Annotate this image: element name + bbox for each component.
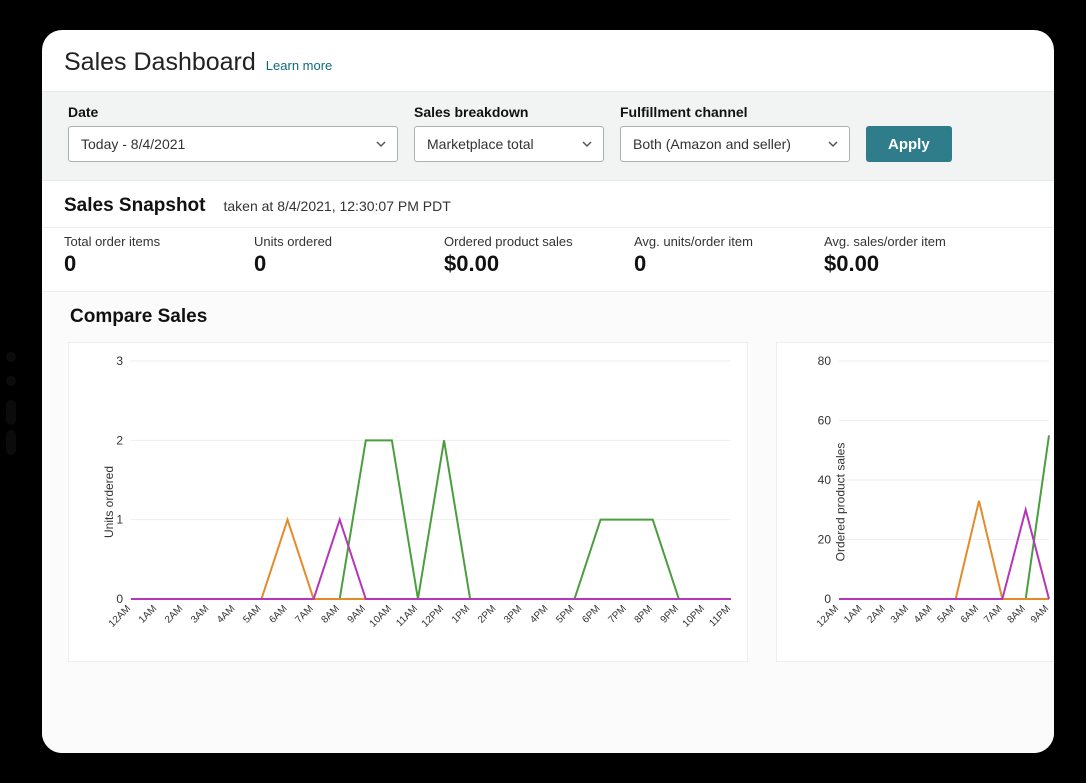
svg-text:6AM: 6AM [959, 603, 981, 625]
snapshot-title: Sales Snapshot [64, 195, 206, 217]
tablet-sensor [6, 376, 16, 386]
chevron-down-icon [375, 138, 387, 150]
svg-text:6AM: 6AM [267, 603, 289, 625]
breakdown-select-value: Marketplace total [427, 136, 534, 152]
metric-value: 0 [64, 251, 214, 277]
svg-text:12AM: 12AM [815, 603, 841, 629]
svg-text:2: 2 [116, 433, 123, 447]
tablet-frame: Sales Dashboard Learn more Date Today - … [0, 0, 1086, 783]
chevron-down-icon [827, 138, 839, 150]
metrics-row: Total order items 0 Units ordered 0 Orde… [42, 228, 1054, 292]
svg-text:4PM: 4PM [528, 603, 550, 625]
snapshot-taken-at: taken at 8/4/2021, 12:30:07 PM PDT [224, 198, 451, 214]
metric-value: 0 [634, 251, 784, 277]
svg-text:7AM: 7AM [982, 603, 1004, 625]
svg-text:3AM: 3AM [189, 603, 211, 625]
svg-text:8PM: 8PM [633, 603, 655, 625]
svg-text:5AM: 5AM [935, 603, 957, 625]
svg-text:2AM: 2AM [163, 603, 185, 625]
chart-svg: 0 20 40 60 80 12AM1AM2AM3AM4AM5AM6AM7AM8AM9AM [787, 353, 1054, 643]
svg-text:0: 0 [116, 592, 123, 606]
svg-text:60: 60 [818, 414, 832, 428]
filter-group-channel: Fulfillment channel Both (Amazon and sel… [620, 104, 850, 162]
date-select[interactable]: Today - 8/4/2021 [68, 126, 398, 162]
metric-value: 0 [254, 251, 404, 277]
date-select-value: Today - 8/4/2021 [81, 136, 185, 152]
compare-section: Compare Sales Units ordered 012312AM1AM2… [42, 292, 1054, 753]
page-header: Sales Dashboard Learn more [42, 48, 1054, 91]
svg-text:6PM: 6PM [580, 603, 602, 625]
filter-label-date: Date [68, 104, 398, 120]
chart-svg: 012312AM1AM2AM3AM4AM5AM6AM7AM8AM9AM10AM1… [79, 353, 739, 643]
metric-avg-sales: Avg. sales/order item $0.00 [824, 234, 974, 277]
channel-select-value: Both (Amazon and seller) [633, 136, 791, 152]
svg-text:12AM: 12AM [107, 603, 133, 629]
svg-text:4AM: 4AM [215, 603, 237, 625]
svg-text:3PM: 3PM [502, 603, 524, 625]
svg-text:7AM: 7AM [293, 603, 315, 625]
tablet-volume-down [6, 430, 16, 455]
channel-select[interactable]: Both (Amazon and seller) [620, 126, 850, 162]
screen: Sales Dashboard Learn more Date Today - … [42, 30, 1054, 753]
svg-text:2AM: 2AM [865, 603, 887, 625]
tablet-volume-up [6, 400, 16, 425]
chevron-down-icon [581, 138, 593, 150]
charts-row: Units ordered 012312AM1AM2AM3AM4AM5AM6AM… [68, 342, 1054, 662]
snapshot-header: Sales Snapshot taken at 8/4/2021, 12:30:… [42, 181, 1054, 228]
svg-text:8AM: 8AM [1005, 603, 1027, 625]
filter-group-breakdown: Sales breakdown Marketplace total [414, 104, 604, 162]
svg-text:1AM: 1AM [842, 603, 864, 625]
filter-label-breakdown: Sales breakdown [414, 104, 604, 120]
svg-text:9AM: 9AM [1029, 603, 1051, 625]
metric-label: Units ordered [254, 234, 404, 249]
svg-text:9PM: 9PM [659, 603, 681, 625]
metric-value: $0.00 [444, 251, 594, 277]
chart-units-ordered: Units ordered 0 1 2 3 12AM1AM2AM3AM4AM5AM6AM… [68, 342, 748, 662]
svg-text:0: 0 [824, 592, 831, 606]
metric-label: Ordered product sales [444, 234, 594, 249]
metric-label: Avg. units/order item [634, 234, 784, 249]
svg-text:3AM: 3AM [889, 603, 911, 625]
learn-more-link[interactable]: Learn more [266, 58, 332, 73]
metric-label: Avg. sales/order item [824, 234, 974, 249]
apply-button[interactable]: Apply [866, 126, 952, 162]
chart-ylabel: Ordered product sales [833, 443, 847, 562]
svg-text:5PM: 5PM [554, 603, 576, 625]
breakdown-select[interactable]: Marketplace total [414, 126, 604, 162]
svg-text:4AM: 4AM [912, 603, 934, 625]
svg-text:10AM: 10AM [368, 603, 394, 629]
svg-text:1PM: 1PM [450, 603, 472, 625]
svg-text:5AM: 5AM [241, 603, 263, 625]
compare-title: Compare Sales [68, 306, 1054, 328]
svg-text:8AM: 8AM [319, 603, 341, 625]
svg-text:11AM: 11AM [394, 603, 420, 629]
metric-total-order-items: Total order items 0 [64, 234, 214, 277]
filter-bar: Date Today - 8/4/2021 Sales breakdown Ma… [42, 91, 1054, 181]
tablet-camera [6, 352, 16, 362]
chart-ylabel: Units ordered [102, 466, 116, 538]
svg-text:7PM: 7PM [606, 603, 628, 625]
svg-text:9AM: 9AM [346, 603, 368, 625]
metric-ordered-product-sales: Ordered product sales $0.00 [444, 234, 594, 277]
svg-text:1: 1 [116, 513, 123, 527]
svg-text:3: 3 [116, 354, 123, 368]
svg-text:2PM: 2PM [476, 603, 498, 625]
filter-label-channel: Fulfillment channel [620, 104, 850, 120]
metric-avg-units: Avg. units/order item 0 [634, 234, 784, 277]
metric-label: Total order items [64, 234, 214, 249]
page-title: Sales Dashboard [64, 48, 256, 77]
svg-text:20: 20 [818, 533, 832, 547]
svg-text:40: 40 [818, 473, 832, 487]
chart-ordered-product-sales: Ordered product sales 0 20 40 60 80 12AM1AM2A… [776, 342, 1054, 662]
metric-value: $0.00 [824, 251, 974, 277]
metric-units-ordered: Units ordered 0 [254, 234, 404, 277]
svg-text:11PM: 11PM [707, 603, 733, 629]
filter-group-date: Date Today - 8/4/2021 [68, 104, 398, 162]
svg-text:10PM: 10PM [681, 603, 707, 629]
svg-text:80: 80 [818, 354, 832, 368]
svg-text:1AM: 1AM [137, 603, 159, 625]
svg-text:12PM: 12PM [420, 603, 446, 629]
